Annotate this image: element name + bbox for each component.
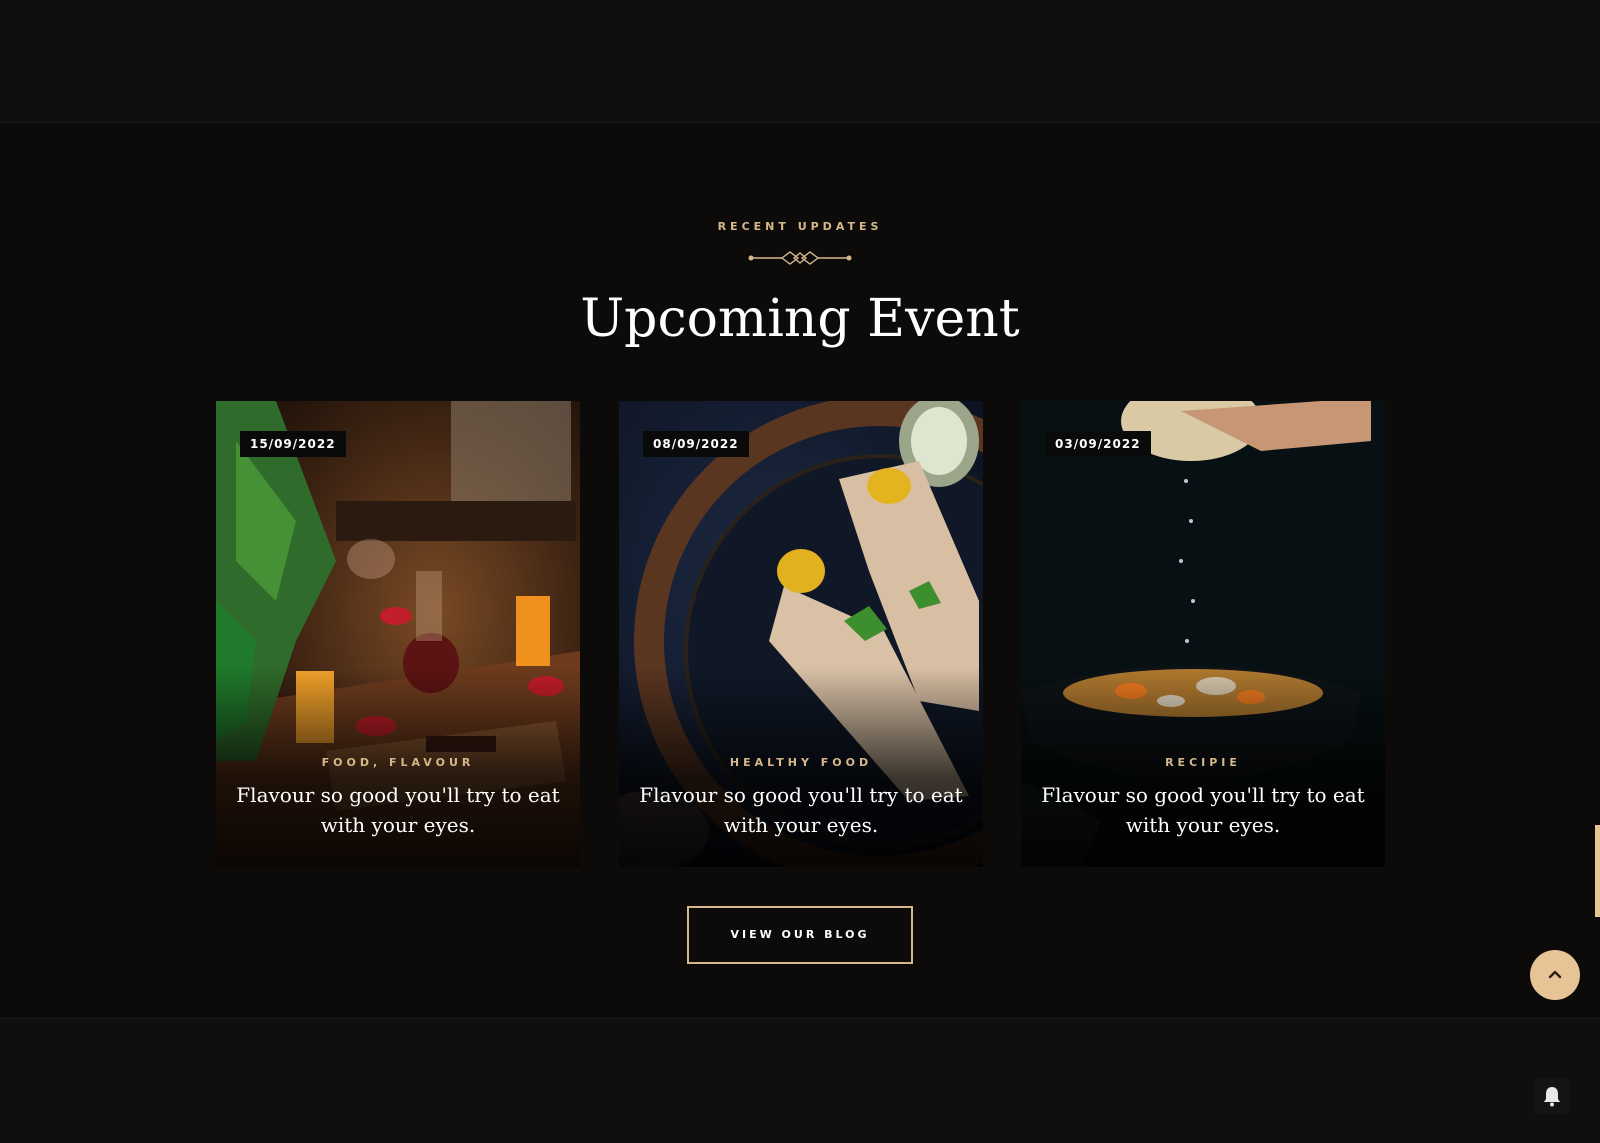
event-card[interactable]: 08/09/2022 HEALTHY FOOD Flavour so good … [619, 401, 983, 867]
event-card[interactable]: 03/09/2022 RECIPIE Flavour so good you'l… [1021, 401, 1385, 867]
bell-icon [1544, 1087, 1560, 1107]
section-eyebrow: RECENT UPDATES [717, 220, 883, 233]
notification-button[interactable] [1534, 1078, 1570, 1114]
card-category[interactable]: RECIPIE [1021, 756, 1385, 769]
date-badge: 15/09/2022 [240, 431, 346, 457]
chevron-up-icon [1548, 970, 1562, 979]
bottom-band [0, 1018, 1600, 1143]
card-title[interactable]: Flavour so good you'll try to eat with y… [639, 780, 963, 840]
card-category[interactable]: FOOD, FLAVOUR [216, 756, 580, 769]
ornament-divider-icon [748, 251, 852, 265]
date-badge: 08/09/2022 [643, 431, 749, 457]
event-card[interactable]: 15/09/2022 FOOD, FLAVOUR Flavour so good… [216, 401, 580, 867]
date-badge: 03/09/2022 [1045, 431, 1151, 457]
card-title[interactable]: Flavour so good you'll try to eat with y… [1041, 780, 1365, 840]
view-blog-button[interactable]: VIEW OUR BLOG [687, 906, 913, 964]
section-title: Upcoming Event [580, 289, 1020, 349]
scroll-to-top-button[interactable] [1530, 950, 1580, 1000]
card-category[interactable]: HEALTHY FOOD [619, 756, 983, 769]
card-title[interactable]: Flavour so good you'll try to eat with y… [236, 780, 560, 840]
page-scroll-indicator[interactable] [1595, 825, 1600, 917]
top-band [0, 0, 1600, 123]
